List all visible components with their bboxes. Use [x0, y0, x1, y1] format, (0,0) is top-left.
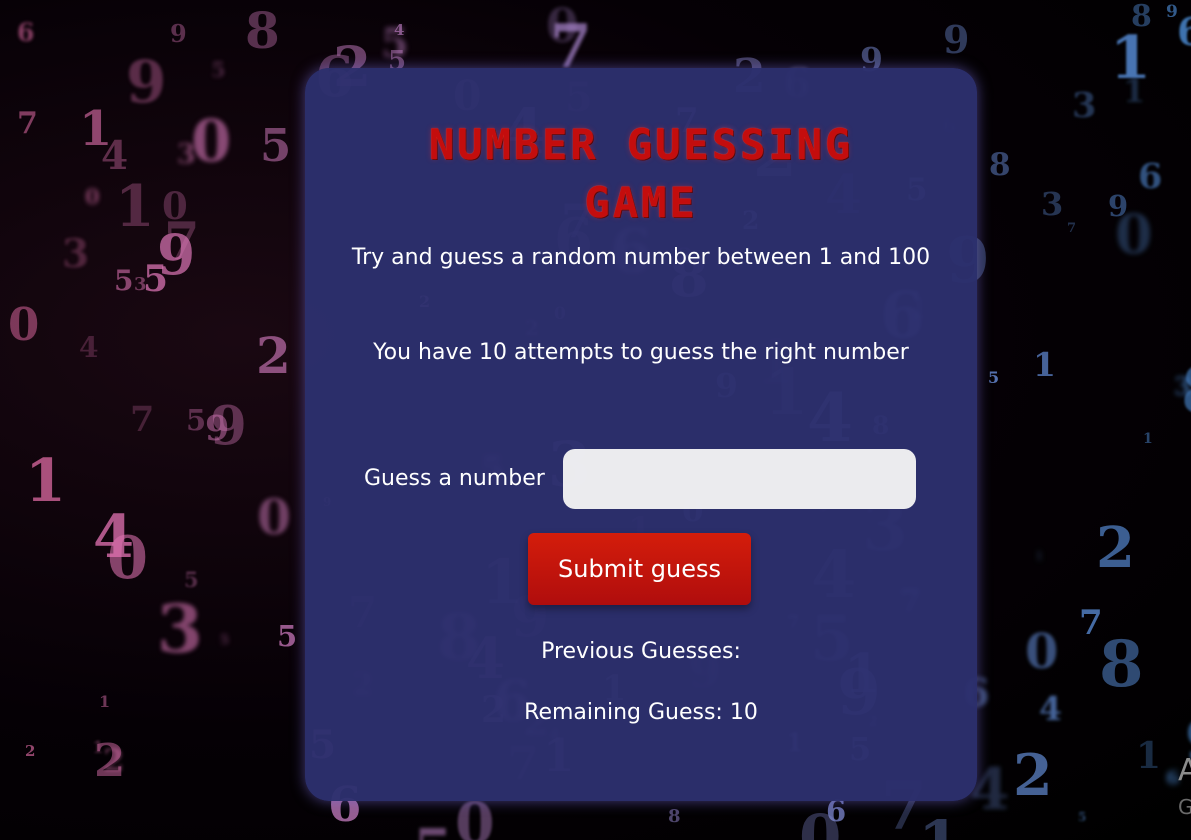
- background-digit: 0: [191, 107, 232, 175]
- background-digit: 7: [164, 212, 200, 272]
- background-digit: 7: [1067, 221, 1077, 236]
- background-digit: 9: [210, 395, 247, 457]
- background-digit: 8: [989, 147, 1011, 183]
- guess-label: Guess a number: [364, 466, 545, 491]
- background-digit: 4: [1039, 689, 1062, 728]
- background-digit: 9: [170, 19, 187, 48]
- game-intro-text: Try and guess a random number between 1 …: [351, 245, 931, 270]
- background-digit: 1: [115, 173, 155, 240]
- background-digit: 1: [99, 692, 111, 711]
- background-digit: 5: [381, 20, 409, 67]
- background-digit: 5: [114, 264, 134, 297]
- attempts-info-text: You have 10 attempts to guess the right …: [373, 340, 909, 365]
- background-digit: 0: [107, 523, 149, 592]
- background-digit: 0: [1025, 624, 1059, 680]
- background-digit: 1: [25, 446, 67, 515]
- background-digit: 2: [25, 742, 36, 760]
- background-digit: 5: [184, 567, 199, 592]
- background-digit: 7: [1079, 603, 1103, 643]
- background-digit: 6: [826, 794, 847, 828]
- background-digit: 3: [1041, 185, 1064, 223]
- background-digit: 8: [1099, 627, 1144, 702]
- background-digit: 1: [1143, 431, 1153, 447]
- game-title: NUMBER GUESSING GAME: [428, 120, 854, 227]
- background-digit: 5: [277, 619, 298, 653]
- submit-guess-button[interactable]: Submit guess: [528, 533, 751, 605]
- background-digit: 7: [130, 399, 155, 440]
- corner-text-line2: G: [1178, 795, 1191, 819]
- game-card: NUMBER GUESSING GAME Try and guess a ran…: [305, 68, 977, 801]
- background-digit: 5: [260, 119, 292, 172]
- background-digit: 6: [1177, 9, 1191, 54]
- background-digit: 1: [1035, 549, 1044, 563]
- background-digit: 3: [62, 231, 90, 277]
- background-digit: 3: [157, 590, 203, 668]
- background-digit: 0: [1115, 202, 1153, 266]
- corner-text-line1: A: [1178, 753, 1191, 788]
- background-digit: 1: [1033, 345, 1056, 384]
- background-digit: 2: [103, 743, 125, 779]
- background-digit: 1: [1110, 23, 1152, 92]
- background-digit: 0: [85, 184, 100, 209]
- background-digit: 6: [17, 18, 35, 47]
- background-digit: 4: [79, 331, 99, 364]
- background-digit: 8: [1181, 359, 1191, 424]
- background-digit: 8: [668, 806, 681, 827]
- background-digit: 9: [943, 17, 970, 62]
- background-digit: 9: [126, 48, 167, 116]
- background-digit: 5: [413, 821, 453, 840]
- background-digit: 5: [988, 368, 1000, 387]
- background-digit: 0: [257, 488, 292, 546]
- background-digit: 1: [79, 101, 113, 157]
- background-digit: 8: [245, 1, 280, 60]
- background-digit: 5: [186, 403, 207, 437]
- background-digit: 3: [1072, 85, 1097, 126]
- background-digit: 7: [17, 106, 38, 141]
- previous-guesses-text: Previous Guesses:: [541, 639, 741, 664]
- background-digit: 2: [256, 326, 291, 385]
- background-digit: 5: [1078, 810, 1087, 824]
- background-digit: 5: [211, 57, 226, 82]
- background-digit: 6: [1138, 156, 1163, 197]
- background-digit: 2: [1013, 742, 1053, 809]
- background-digit: 5: [220, 633, 230, 648]
- background-digit: 2: [1096, 515, 1135, 581]
- remaining-guesses-text: Remaining Guess: 10: [524, 700, 758, 725]
- background-digit: 1: [1136, 735, 1162, 777]
- guess-input[interactable]: [563, 449, 916, 509]
- background-digit: 0: [8, 298, 40, 351]
- background-digit: 0: [455, 790, 495, 840]
